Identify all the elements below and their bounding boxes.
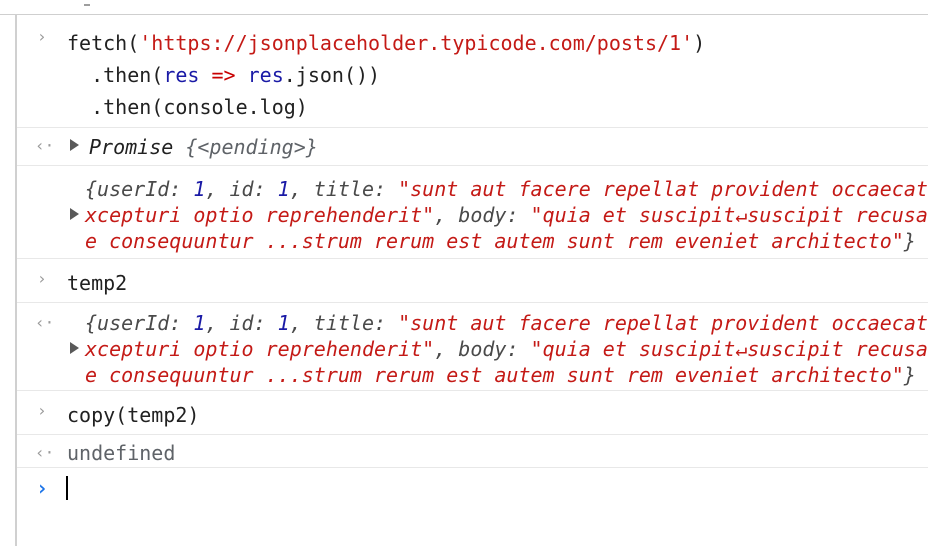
console-top-border bbox=[0, 0, 928, 15]
console-input-caret[interactable] bbox=[66, 476, 68, 500]
expand-triangle-icon[interactable] bbox=[70, 208, 79, 220]
console-entry-undefined[interactable]: ‹· undefined bbox=[17, 434, 928, 468]
scroll-indicator bbox=[84, 0, 90, 6]
code-line-1[interactable]: fetch('https://jsonplaceholder.typicode.… bbox=[67, 30, 705, 56]
expand-triangle-icon[interactable] bbox=[70, 139, 79, 151]
result-undefined: undefined bbox=[67, 441, 176, 465]
expand-triangle-icon[interactable] bbox=[70, 342, 79, 354]
input-chevron-icon: › bbox=[37, 401, 47, 420]
object-line-3: e consequuntur ...strum rerum est autem … bbox=[85, 363, 916, 387]
result-arrow-icon: ‹· bbox=[35, 136, 55, 155]
code-line-2[interactable]: .then(res => res.json()) bbox=[67, 62, 380, 88]
prompt-chevron-icon: › bbox=[36, 476, 49, 500]
code-line-temp2[interactable]: temp2 bbox=[67, 270, 127, 296]
promise-value[interactable]: Promise {<pending>} bbox=[89, 134, 318, 160]
console-entry-promise[interactable]: ‹· Promise {<pending>} bbox=[17, 127, 928, 166]
result-arrow-icon: ‹· bbox=[35, 443, 55, 462]
object-line-2: xcepturi optio reprehenderit", body: "qu… bbox=[85, 337, 928, 361]
devtools-console: › fetch('https://jsonplaceholder.typicod… bbox=[0, 0, 928, 546]
object-line-1: {userId: 1, id: 1, title: "sunt aut face… bbox=[85, 177, 928, 201]
console-entry-copy[interactable]: › copy(temp2) bbox=[17, 390, 928, 435]
console-entry-temp2-result[interactable]: ‹· {userId: 1, id: 1, title: "sunt aut f… bbox=[17, 302, 928, 391]
result-arrow-icon: ‹· bbox=[35, 313, 55, 332]
console-entry-fetch[interactable]: › fetch('https://jsonplaceholder.typicod… bbox=[17, 15, 928, 128]
object-line-1: {userId: 1, id: 1, title: "sunt aut face… bbox=[85, 311, 928, 335]
console-entry-log-object[interactable]: {userId: 1, id: 1, title: "sunt aut face… bbox=[17, 165, 928, 259]
code-line-3[interactable]: .then(console.log) bbox=[67, 94, 308, 120]
input-chevron-icon: › bbox=[37, 27, 47, 46]
console-entry-temp2[interactable]: › temp2 bbox=[17, 258, 928, 303]
code-line-copy[interactable]: copy(temp2) bbox=[67, 402, 199, 428]
object-line-2: xcepturi optio reprehenderit", body: "qu… bbox=[85, 203, 928, 227]
input-chevron-icon: › bbox=[37, 269, 47, 288]
object-line-3: e consequuntur ...strum rerum est autem … bbox=[85, 229, 916, 253]
